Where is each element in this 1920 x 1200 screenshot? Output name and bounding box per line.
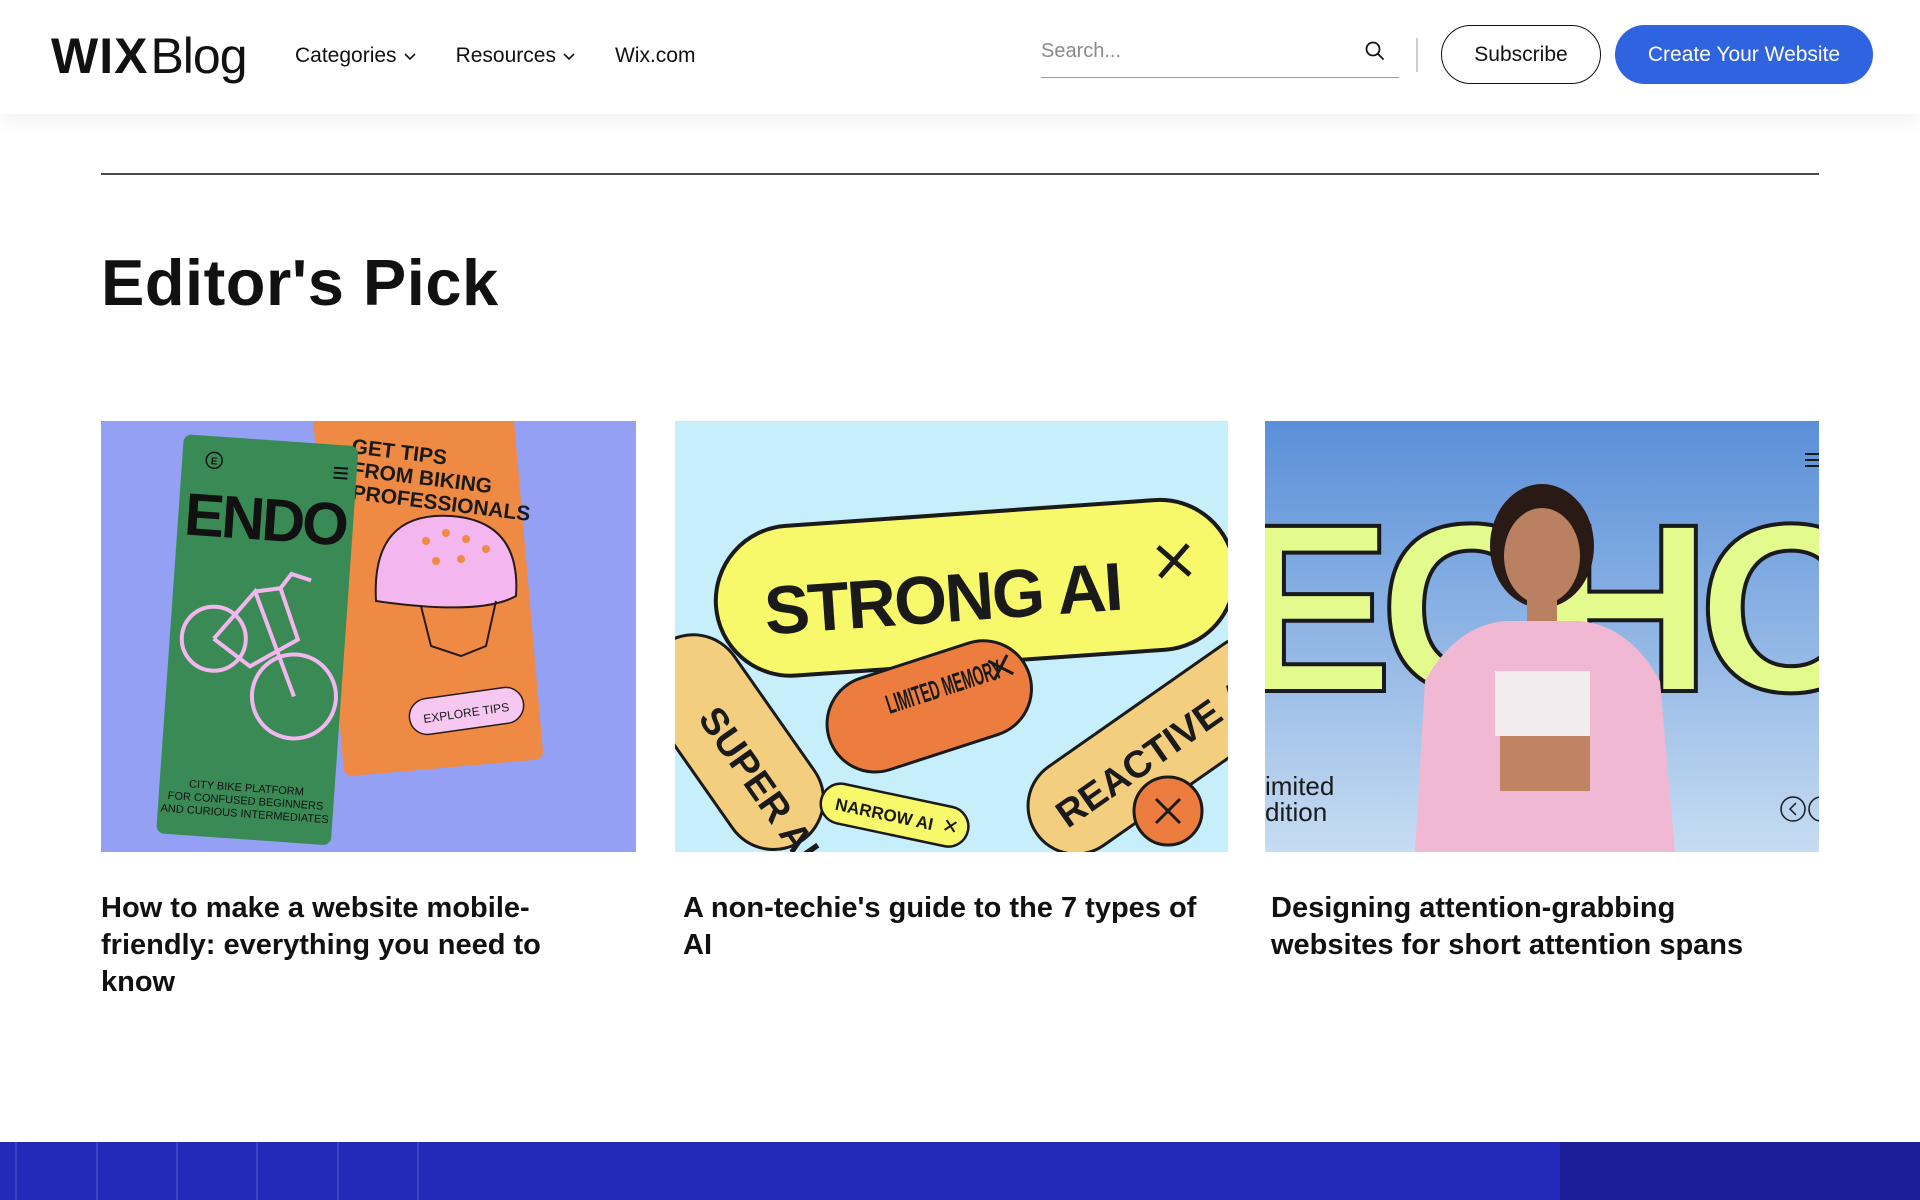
card-image-attention-spans[interactable]: ECHO imited dition: [1265, 421, 1819, 852]
endo-bike-illustration: GET TIPS FROM BIKING PROFESSIONALS EXPLO…: [101, 421, 636, 852]
nav-resources[interactable]: Resources: [456, 44, 576, 68]
band-line: [15, 1142, 17, 1200]
header-divider: [1416, 38, 1418, 72]
band-line: [256, 1142, 258, 1200]
search-input[interactable]: [1041, 34, 1351, 68]
card-image-types-of-ai[interactable]: SUPER AI STRONG AI LIMITED MEMORY REACTI…: [675, 421, 1228, 852]
side-text-2: dition: [1265, 797, 1327, 827]
section-title: Editor's Pick: [101, 246, 499, 319]
chevron-down-icon: [403, 53, 416, 61]
logo-wix: WIX: [51, 28, 149, 84]
logo-blog: Blog: [150, 28, 247, 84]
nav-categories[interactable]: Categories: [295, 44, 417, 68]
section-divider: [101, 173, 1819, 175]
nav-wix-com[interactable]: Wix.com: [615, 44, 696, 68]
nav-wix-com-label: Wix.com: [614, 44, 696, 67]
subscribe-button[interactable]: Subscribe: [1441, 25, 1601, 84]
endo-headline: ENDO: [182, 480, 349, 558]
search-box: [1041, 34, 1399, 78]
band-line: [337, 1142, 339, 1200]
wix-blog-logo[interactable]: WIX Blog: [51, 27, 248, 84]
main-nav: Categories Resources Wix.com: [295, 44, 695, 68]
footer-band: [0, 1142, 1920, 1200]
nav-resources-label: Resources: [455, 44, 556, 67]
echo-fashion-illustration: ECHO imited dition: [1265, 421, 1819, 852]
band-line: [176, 1142, 178, 1200]
card-title-mobile-friendly[interactable]: How to make a website mobile-friendly: e…: [101, 890, 561, 1001]
card-image-mobile-friendly[interactable]: GET TIPS FROM BIKING PROFESSIONALS EXPLO…: [101, 421, 636, 852]
nav-categories-label: Categories: [295, 44, 397, 67]
site-header: WIX Blog Categories Resources Wix.com Su…: [0, 0, 1920, 114]
ai-pills-illustration: SUPER AI STRONG AI LIMITED MEMORY REACTI…: [675, 421, 1228, 852]
band-line: [96, 1142, 98, 1200]
card-title-types-of-ai[interactable]: A non-techie's guide to the 7 types of A…: [683, 890, 1208, 964]
create-website-button[interactable]: Create Your Website: [1615, 25, 1873, 84]
band-dark-panel: [1560, 1142, 1920, 1200]
search-icon[interactable]: [1363, 39, 1387, 63]
band-line: [417, 1142, 419, 1200]
endo-badge: E: [210, 456, 218, 467]
chevron-down-icon: [563, 53, 575, 61]
card-title-attention-spans[interactable]: Designing attention-grabbing websites fo…: [1271, 890, 1781, 964]
